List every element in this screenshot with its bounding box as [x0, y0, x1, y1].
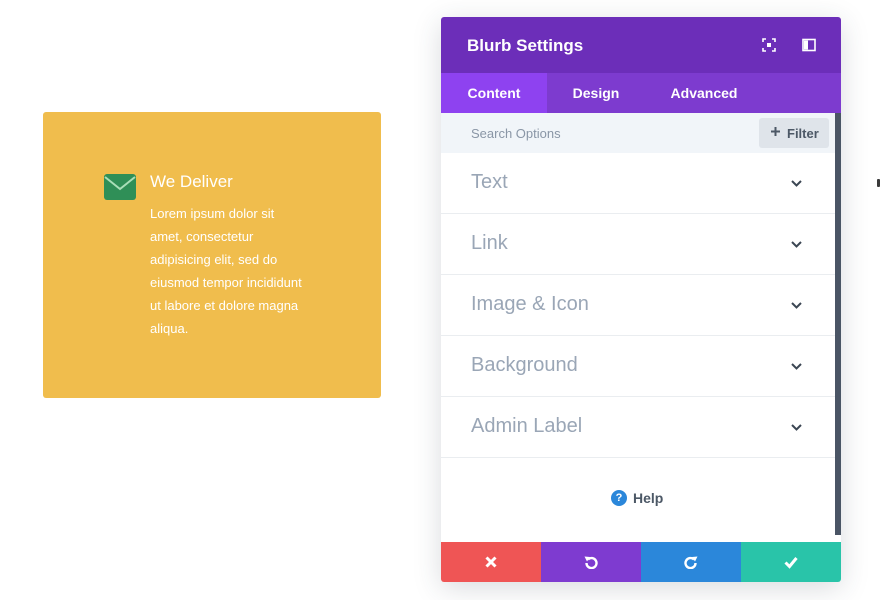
- tab-content[interactable]: Content: [441, 73, 547, 113]
- section-link[interactable]: Link: [441, 214, 835, 275]
- section-label: Image & Icon: [471, 293, 589, 315]
- undo-icon: [584, 556, 598, 569]
- blurb-settings-panel: Blurb Settings Content Design Advanced S…: [441, 17, 841, 582]
- redo-button[interactable]: [641, 542, 741, 582]
- search-options-input[interactable]: [441, 113, 741, 153]
- chevron-down-icon: [791, 241, 802, 248]
- chevron-down-icon: [791, 302, 802, 309]
- section-label: Admin Label: [471, 415, 583, 437]
- filter-label: Filter: [787, 126, 819, 141]
- section-label: Link: [471, 232, 508, 254]
- plus-icon: [770, 126, 781, 137]
- tab-advanced[interactable]: Advanced: [645, 73, 763, 113]
- settings-tabs: Content Design Advanced: [441, 73, 841, 113]
- scrollbar[interactable]: [835, 113, 841, 535]
- section-text[interactable]: Text: [441, 153, 835, 214]
- discard-icon: [485, 556, 497, 568]
- envelope-icon: [104, 174, 136, 200]
- expand-icon[interactable]: [762, 38, 776, 52]
- redo-icon: [684, 556, 698, 569]
- section-background[interactable]: Background: [441, 336, 835, 397]
- discard-button[interactable]: [441, 542, 541, 582]
- help-label: Help: [633, 490, 664, 506]
- undo-button[interactable]: [541, 542, 641, 582]
- save-button[interactable]: [741, 542, 841, 582]
- section-image-icon[interactable]: Image & Icon: [441, 275, 835, 336]
- blurb-title: We Deliver: [150, 172, 233, 191]
- question-mark-icon: ?: [611, 490, 627, 506]
- chevron-down-icon: [791, 180, 802, 187]
- filter-button[interactable]: Filter: [759, 118, 829, 148]
- chevron-down-icon: [791, 363, 802, 370]
- blurb-module[interactable]: We Deliver Lorem ipsum dolor sit amet, c…: [43, 112, 381, 398]
- search-bar: Filter: [441, 113, 835, 153]
- sidebar-toggle-icon[interactable]: [802, 38, 816, 52]
- chevron-down-icon: [791, 424, 802, 431]
- panel-header: Blurb Settings: [441, 17, 841, 73]
- section-admin-label[interactable]: Admin Label: [441, 397, 835, 458]
- tab-design[interactable]: Design: [547, 73, 645, 113]
- save-check-icon: [784, 557, 798, 569]
- section-label: Text: [471, 171, 508, 193]
- blurb-body-text: Lorem ipsum dolor sit amet, consectetur …: [150, 206, 302, 336]
- panel-title: Blurb Settings: [467, 36, 584, 55]
- action-bar: [441, 542, 841, 582]
- section-label: Background: [471, 354, 578, 376]
